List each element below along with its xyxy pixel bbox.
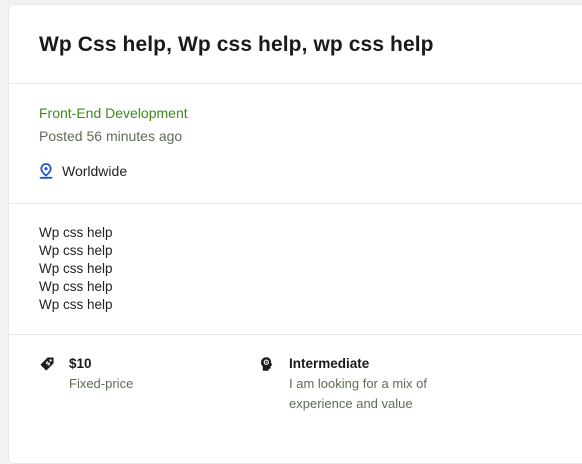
job-features-section: $ $10 Fixed-price Intermediate I am look… [9, 335, 582, 414]
budget-type: Fixed-price [69, 376, 134, 391]
description-line: Wp css help [39, 297, 113, 312]
budget-feature: $ $10 Fixed-price [39, 355, 259, 414]
job-description-section: Wp css help Wp css help Wp css help Wp c… [9, 204, 582, 335]
job-meta-section: Front-End Development Posted 56 minutes … [9, 84, 582, 204]
job-title: Wp Css help, Wp css help, wp css help [39, 33, 434, 56]
experience-level: Intermediate [289, 356, 370, 371]
posted-time: Posted 56 minutes ago [39, 128, 183, 144]
job-location: Worldwide [39, 163, 557, 179]
description-line: Wp css help [39, 243, 113, 258]
expertise-head-icon [259, 356, 275, 372]
price-tag-icon: $ [39, 356, 55, 372]
experience-description: I am looking for a mix of experience and… [289, 376, 427, 411]
experience-feature: Intermediate I am looking for a mix of e… [259, 355, 469, 414]
budget-amount: $10 [69, 356, 92, 371]
description-line: Wp css help [39, 261, 113, 276]
description-line: Wp css help [39, 279, 113, 294]
description-line: Wp css help [39, 225, 113, 240]
job-details-card: Wp Css help, Wp css help, wp css help Fr… [8, 4, 582, 464]
title-section: Wp Css help, Wp css help, wp css help [9, 5, 582, 84]
location-pin-icon [39, 163, 53, 179]
job-category-link[interactable]: Front-End Development [39, 102, 557, 124]
location-label: Worldwide [62, 163, 128, 179]
